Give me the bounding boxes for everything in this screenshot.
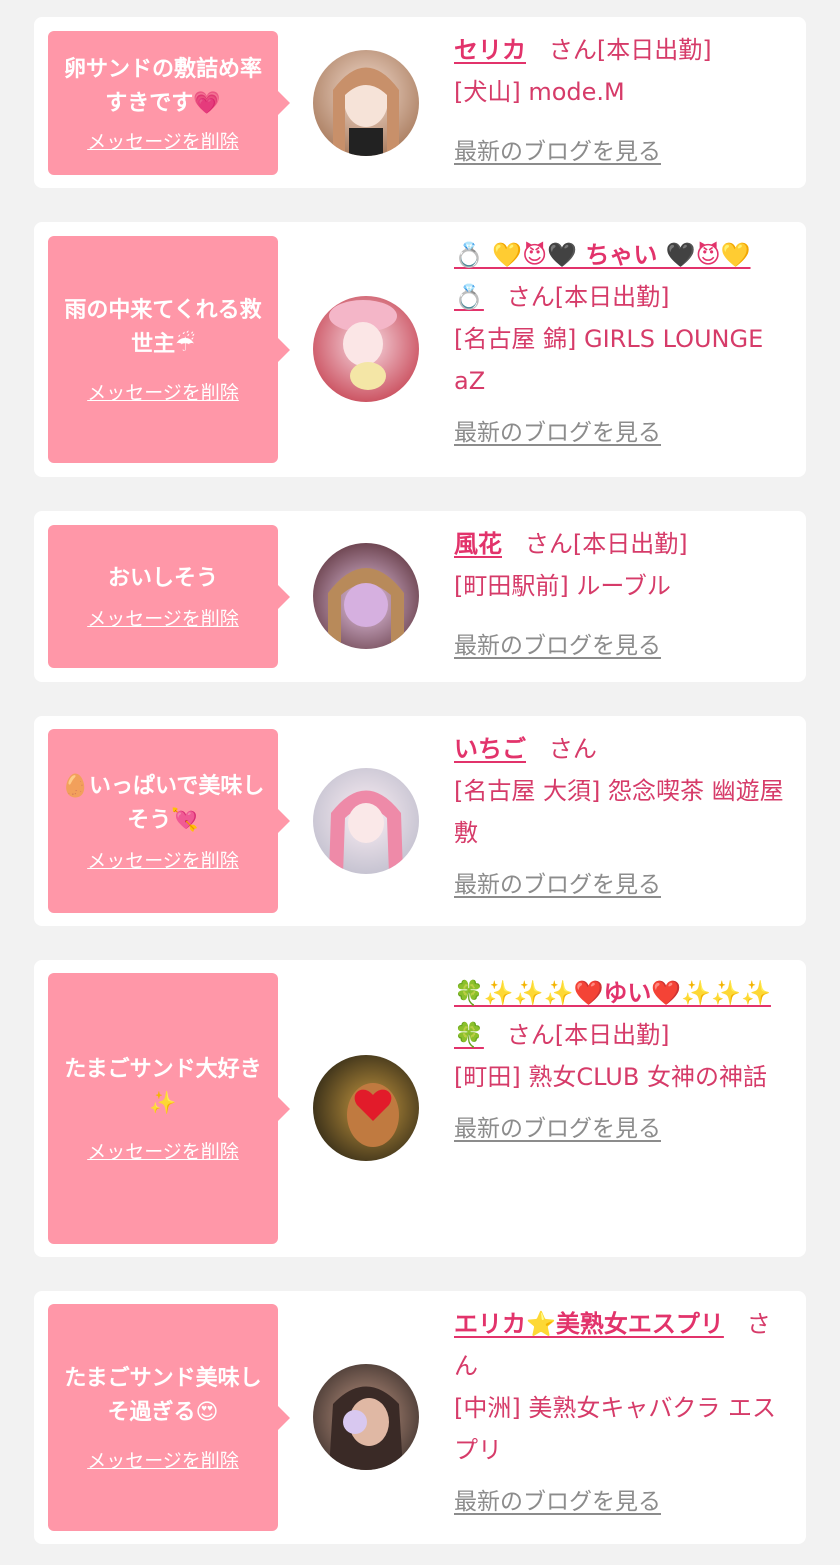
message-text: 🥚いっぱいで美味しそう💘 bbox=[61, 773, 265, 833]
message-text: 卵サンドの敷詰め率すきです💗 bbox=[63, 56, 262, 116]
cast-name-link[interactable]: エリカ⭐美熟女エスプリ bbox=[454, 1310, 724, 1338]
message-bubble: 卵サンドの敷詰め率すきです💗 メッセージを削除 bbox=[48, 31, 290, 175]
cast-status: さん[本日出勤] bbox=[548, 36, 712, 64]
delete-message-link[interactable]: メッセージを削除 bbox=[87, 1446, 239, 1473]
message-card: たまごサンド大好き✨ メッセージを削除 🍀✨✨✨❤️ゆい❤️✨✨✨🍀 さん[本日… bbox=[34, 960, 806, 1257]
message-card: おいしそう メッセージを削除 風花 さん[本日出勤] [町田駅前] ルーブル 最… bbox=[34, 511, 806, 682]
cast-name-link[interactable]: セリカ bbox=[454, 36, 526, 64]
avatar[interactable] bbox=[313, 543, 419, 649]
delete-message-link[interactable]: メッセージを削除 bbox=[87, 378, 239, 405]
message-card: 🥚いっぱいで美味しそう💘 メッセージを削除 いちご さん [名古屋 大須] 怨念… bbox=[34, 716, 806, 926]
latest-blog-link[interactable]: 最新のブログを見る bbox=[454, 131, 661, 173]
cast-status: さん[本日出勤] bbox=[506, 1021, 670, 1049]
message-bubble: たまごサンド大好き✨ メッセージを削除 bbox=[48, 973, 290, 1244]
message-text: おいしそう bbox=[107, 566, 218, 591]
cast-info: セリカ さん[本日出勤] [犬山] mode.M 最新のブログを見る bbox=[454, 29, 790, 173]
avatar[interactable] bbox=[313, 50, 419, 156]
shop-name: [町田] 熟女CLUB 女神の神話 bbox=[454, 1063, 767, 1091]
message-card: たまごサンド美味しそ過ぎる😍 メッセージを削除 エリカ⭐美熟女エスプリ さん [… bbox=[34, 1291, 806, 1544]
cast-info: エリカ⭐美熟女エスプリ さん [中洲] 美熟女キャバクラ エスプリ 最新のブログ… bbox=[454, 1303, 790, 1523]
message-text: 雨の中来てくれる救世主☔ bbox=[64, 298, 262, 357]
cast-name-link[interactable]: 風花 bbox=[454, 530, 502, 558]
delete-message-link[interactable]: メッセージを削除 bbox=[87, 846, 239, 873]
avatar[interactable] bbox=[313, 768, 419, 874]
cast-status: さん bbox=[548, 735, 597, 763]
message-bubble: おいしそう メッセージを削除 bbox=[48, 525, 290, 668]
message-text: たまごサンド大好き✨ bbox=[64, 1057, 262, 1116]
latest-blog-link[interactable]: 最新のブログを見る bbox=[454, 864, 661, 906]
cast-info: 💍 💛😈🖤 ちゃい 🖤😈💛 💍 さん[本日出勤] [名古屋 錦] GIRLS L… bbox=[454, 234, 790, 454]
latest-blog-link[interactable]: 最新のブログを見る bbox=[454, 412, 661, 454]
message-card: 雨の中来てくれる救世主☔ メッセージを削除 💍 💛😈🖤 ちゃい 🖤😈💛 💍 さん… bbox=[34, 222, 806, 477]
message-text: たまごサンド美味しそ過ぎる😍 bbox=[64, 1366, 262, 1425]
avatar[interactable] bbox=[313, 296, 419, 402]
shop-name: [町田駅前] ルーブル bbox=[454, 572, 671, 600]
latest-blog-link[interactable]: 最新のブログを見る bbox=[454, 1481, 661, 1523]
shop-name: [犬山] mode.M bbox=[454, 78, 625, 106]
shop-name: [名古屋 錦] GIRLS LOUNGE aZ bbox=[454, 325, 764, 395]
avatar[interactable] bbox=[313, 1364, 419, 1470]
message-bubble: 雨の中来てくれる救世主☔ メッセージを削除 bbox=[48, 236, 290, 463]
shop-name: [中洲] 美熟女キャバクラ エスプリ bbox=[454, 1394, 776, 1464]
avatar[interactable] bbox=[313, 1055, 419, 1161]
cast-status: さん[本日出勤] bbox=[524, 530, 688, 558]
delete-message-link[interactable]: メッセージを削除 bbox=[87, 604, 239, 631]
cast-info: 🍀✨✨✨❤️ゆい❤️✨✨✨🍀 さん[本日出勤] [町田] 熟女CLUB 女神の神… bbox=[454, 972, 790, 1150]
cast-name-link[interactable]: いちご bbox=[454, 735, 526, 763]
message-bubble: たまごサンド美味しそ過ぎる😍 メッセージを削除 bbox=[48, 1304, 290, 1531]
delete-message-link[interactable]: メッセージを削除 bbox=[87, 127, 239, 154]
cast-status: さん[本日出勤] bbox=[506, 283, 670, 311]
cast-info: いちご さん [名古屋 大須] 怨念喫茶 幽遊屋敷 最新のブログを見る bbox=[454, 728, 790, 906]
message-card: 卵サンドの敷詰め率すきです💗 メッセージを削除 セリカ さん[本日出勤] [犬山… bbox=[34, 17, 806, 188]
message-bubble: 🥚いっぱいで美味しそう💘 メッセージを削除 bbox=[48, 729, 290, 913]
latest-blog-link[interactable]: 最新のブログを見る bbox=[454, 1108, 661, 1150]
delete-message-link[interactable]: メッセージを削除 bbox=[87, 1137, 239, 1164]
latest-blog-link[interactable]: 最新のブログを見る bbox=[454, 625, 661, 667]
shop-name: [名古屋 大須] 怨念喫茶 幽遊屋敷 bbox=[454, 777, 784, 847]
cast-info: 風花 さん[本日出勤] [町田駅前] ルーブル 最新のブログを見る bbox=[454, 523, 790, 667]
